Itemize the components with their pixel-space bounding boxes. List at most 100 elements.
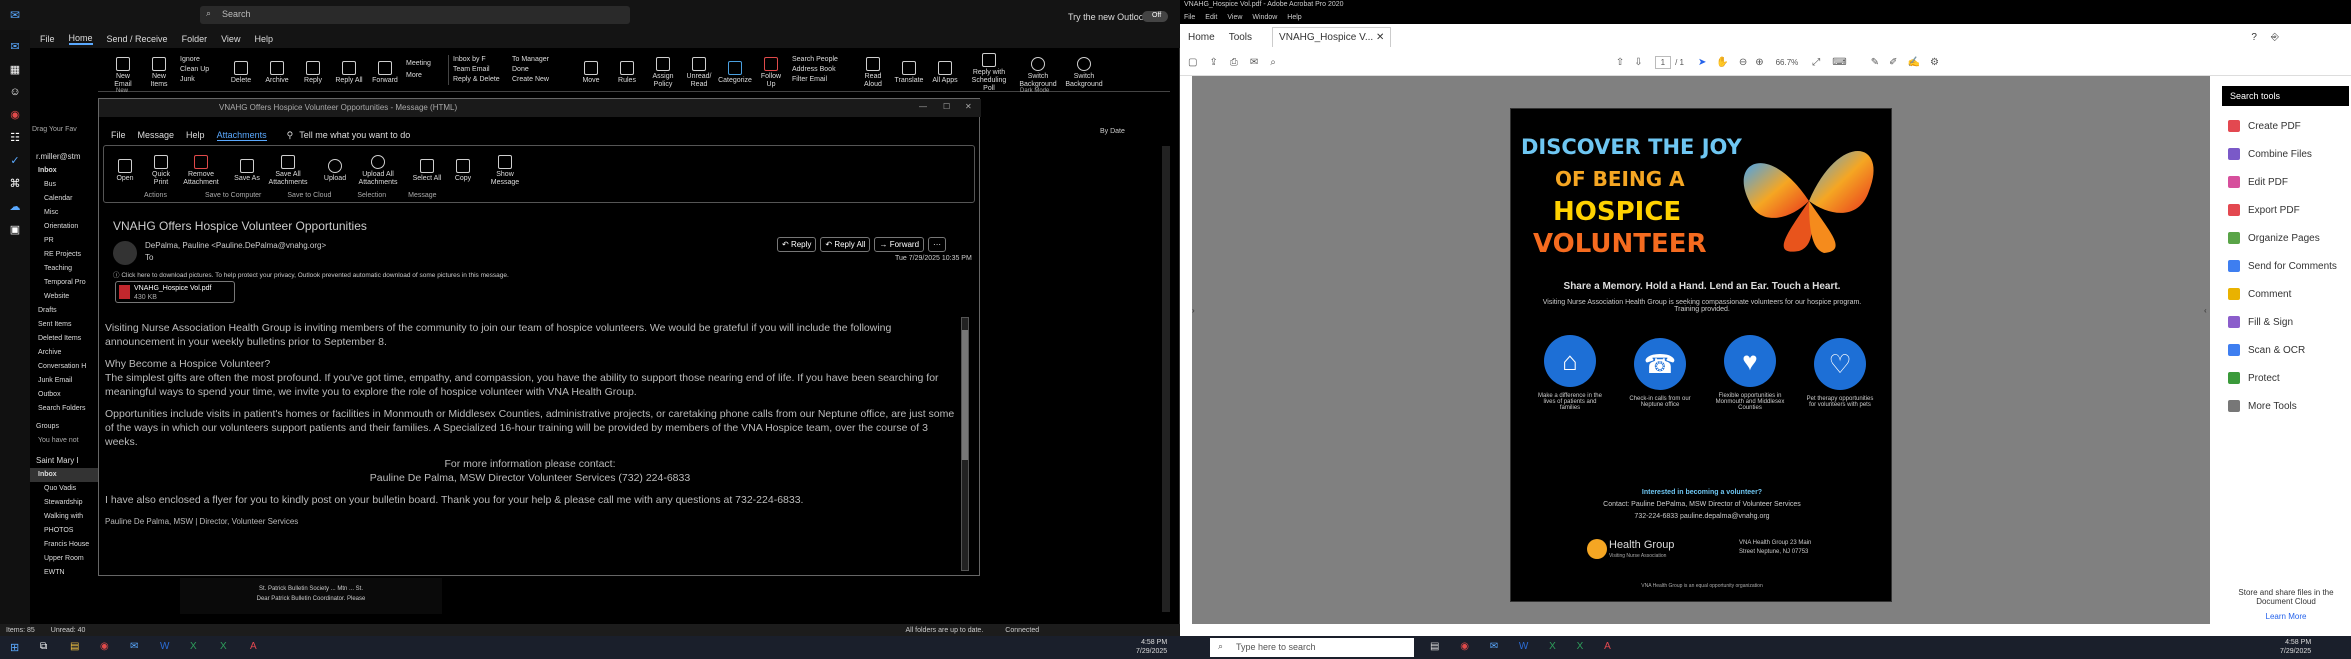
folder-item[interactable]: Website: [30, 290, 100, 304]
zoom-out-icon[interactable]: ⊖: [1739, 57, 1747, 68]
acrobat-taskbar-icon[interactable]: A: [1604, 641, 1611, 652]
maximize-icon[interactable]: ☐: [943, 102, 950, 111]
chrome-icon[interactable]: ◉: [1460, 641, 1469, 652]
excel-icon[interactable]: X: [1549, 641, 1556, 652]
folder-item[interactable]: Teaching: [30, 262, 100, 276]
folder-item[interactable]: RE Projects: [30, 248, 100, 262]
account-name[interactable]: r.miller@stm: [30, 150, 100, 164]
tab-folder[interactable]: Folder: [182, 34, 208, 44]
copy-button[interactable]: Copy: [448, 153, 478, 183]
search-input[interactable]: ⌕ Search: [200, 6, 630, 24]
folder-item[interactable]: Bus: [30, 178, 100, 192]
prev-page-icon[interactable]: ⇧: [1616, 57, 1624, 68]
folder-inbox[interactable]: Inbox: [30, 164, 100, 178]
tool-export-pdf[interactable]: Export PDF: [2220, 196, 2351, 224]
quickstep-create-new[interactable]: Create New: [512, 75, 570, 85]
outlook-taskbar-icon[interactable]: ✉: [1490, 641, 1498, 652]
message-scrollbar[interactable]: [961, 317, 969, 571]
upload-all-button[interactable]: Upload All Attachments: [356, 149, 400, 187]
info-bar[interactable]: ⓘ Click here to download pictures. To he…: [113, 269, 509, 279]
reply-all-button[interactable]: Reply All: [334, 55, 364, 85]
unread-read-button[interactable]: Unread/ Read: [684, 51, 714, 89]
tab-home[interactable]: Home: [1188, 32, 1215, 43]
calendar-icon[interactable]: ▦: [10, 63, 20, 76]
show-message-button[interactable]: Show Message: [490, 149, 520, 187]
menu-view[interactable]: View: [1227, 14, 1242, 21]
tab-tools[interactable]: Tools: [1229, 32, 1252, 43]
save-as-button[interactable]: Save As: [232, 153, 262, 183]
excel-icon[interactable]: X: [190, 641, 197, 652]
zoom-level[interactable]: 66.7%: [1776, 58, 1799, 67]
try-new-toggle[interactable]: Off: [1142, 11, 1168, 22]
hand-tool-icon[interactable]: ✋: [1716, 57, 1728, 68]
word-icon[interactable]: W: [160, 641, 169, 652]
folder-item[interactable]: EWTN: [30, 566, 100, 580]
outlook-taskbar-icon[interactable]: ✉: [130, 641, 138, 652]
comment-icon[interactable]: ✎: [1871, 57, 1879, 68]
attachment-chip[interactable]: VNAHG_Hospice Vol.pdf 430 KB: [115, 281, 235, 303]
tab-file[interactable]: File: [111, 130, 126, 140]
quickstep-done[interactable]: Done: [512, 65, 570, 75]
tool-more-tools[interactable]: More Tools: [2220, 392, 2351, 420]
minimize-icon[interactable]: —: [919, 102, 927, 111]
keyboard-icon[interactable]: ⌨: [1832, 57, 1846, 68]
quickstep-to-manager[interactable]: To Manager: [512, 55, 570, 65]
print-icon[interactable]: ⎙: [1230, 57, 1238, 68]
email-icon[interactable]: ✉: [1250, 57, 1258, 68]
tool-scan-ocr[interactable]: Scan & OCR: [2220, 336, 2351, 364]
excel-icon-2[interactable]: X: [220, 641, 227, 652]
junk-button[interactable]: Junk: [180, 75, 220, 85]
close-icon[interactable]: ✕: [965, 102, 972, 111]
sign-in-icon[interactable]: ⎆: [2271, 32, 2279, 43]
open-button[interactable]: Open: [110, 153, 140, 183]
remove-attachment-button[interactable]: Remove Attachment: [182, 149, 220, 187]
menu-file[interactable]: File: [1184, 14, 1195, 21]
file-explorer-icon[interactable]: ▤: [70, 641, 79, 652]
folder-item[interactable]: Stewardship: [30, 496, 100, 510]
folder-item[interactable]: PHOTOS: [30, 524, 100, 538]
tool-combine-files[interactable]: Combine Files: [2220, 140, 2351, 168]
folder-item[interactable]: Orientation: [30, 220, 100, 234]
read-aloud-button[interactable]: Read Aloud: [858, 51, 888, 89]
rules-button[interactable]: Rules: [612, 55, 642, 85]
tool-organize-pages[interactable]: Organize Pages: [2220, 224, 2351, 252]
meeting-button[interactable]: Meeting: [406, 58, 442, 70]
folder-archive[interactable]: Archive: [30, 346, 100, 360]
folder-item[interactable]: Misc: [30, 206, 100, 220]
tool-protect[interactable]: Protect: [2220, 364, 2351, 392]
more-actions-button[interactable]: ···: [928, 237, 947, 252]
folder-junk[interactable]: Junk Email: [30, 374, 100, 388]
clock-1[interactable]: 4:58 PM 7/29/2025: [1136, 638, 1167, 656]
more-button[interactable]: More: [406, 70, 442, 82]
search-tools-input[interactable]: Search tools: [2222, 86, 2349, 106]
delete-button[interactable]: Delete: [226, 55, 256, 85]
scrollbar-thumb[interactable]: [962, 330, 968, 460]
chrome-icon[interactable]: ◉: [100, 641, 109, 652]
menu-edit[interactable]: Edit: [1205, 14, 1217, 21]
windows-start-icon[interactable]: ⊞: [10, 641, 19, 654]
todo-icon[interactable]: ✓: [10, 154, 19, 167]
new-email-button[interactable]: New Email: [108, 51, 138, 89]
excel-icon-2[interactable]: X: [1577, 641, 1584, 652]
folder-search[interactable]: Search Folders: [30, 402, 100, 416]
right-panel-toggle-icon[interactable]: ‹: [2204, 306, 2207, 315]
account2-name[interactable]: Saint Mary I: [30, 454, 100, 468]
archive-button[interactable]: Archive: [262, 55, 292, 85]
all-apps-button[interactable]: All Apps: [930, 55, 960, 85]
folder-item[interactable]: PR: [30, 234, 100, 248]
select-all-button[interactable]: Select All: [412, 153, 442, 183]
onedrive-icon[interactable]: ☁: [10, 200, 21, 213]
reply-all-button[interactable]: ↶ Reply All: [820, 237, 871, 252]
tab-help[interactable]: Help: [186, 130, 205, 140]
folder-drafts[interactable]: Drafts: [30, 304, 100, 318]
switch-background-button-1[interactable]: Switch Background: [1018, 51, 1058, 89]
switch-background-button-2[interactable]: Switch Background: [1064, 51, 1104, 89]
task-view-icon[interactable]: ⧉: [40, 641, 47, 652]
menu-help[interactable]: Help: [1287, 14, 1301, 21]
save-all-attachments-button[interactable]: Save All Attachments: [268, 149, 308, 187]
acrobat-taskbar-icon[interactable]: A: [250, 641, 257, 652]
tool-send-for-comments[interactable]: Send for Comments: [2220, 252, 2351, 280]
quickstep-reply-delete[interactable]: Reply & Delete: [453, 75, 506, 85]
file-explorer-icon[interactable]: ▤: [1430, 641, 1439, 652]
new-items-button[interactable]: New Items: [144, 51, 174, 89]
